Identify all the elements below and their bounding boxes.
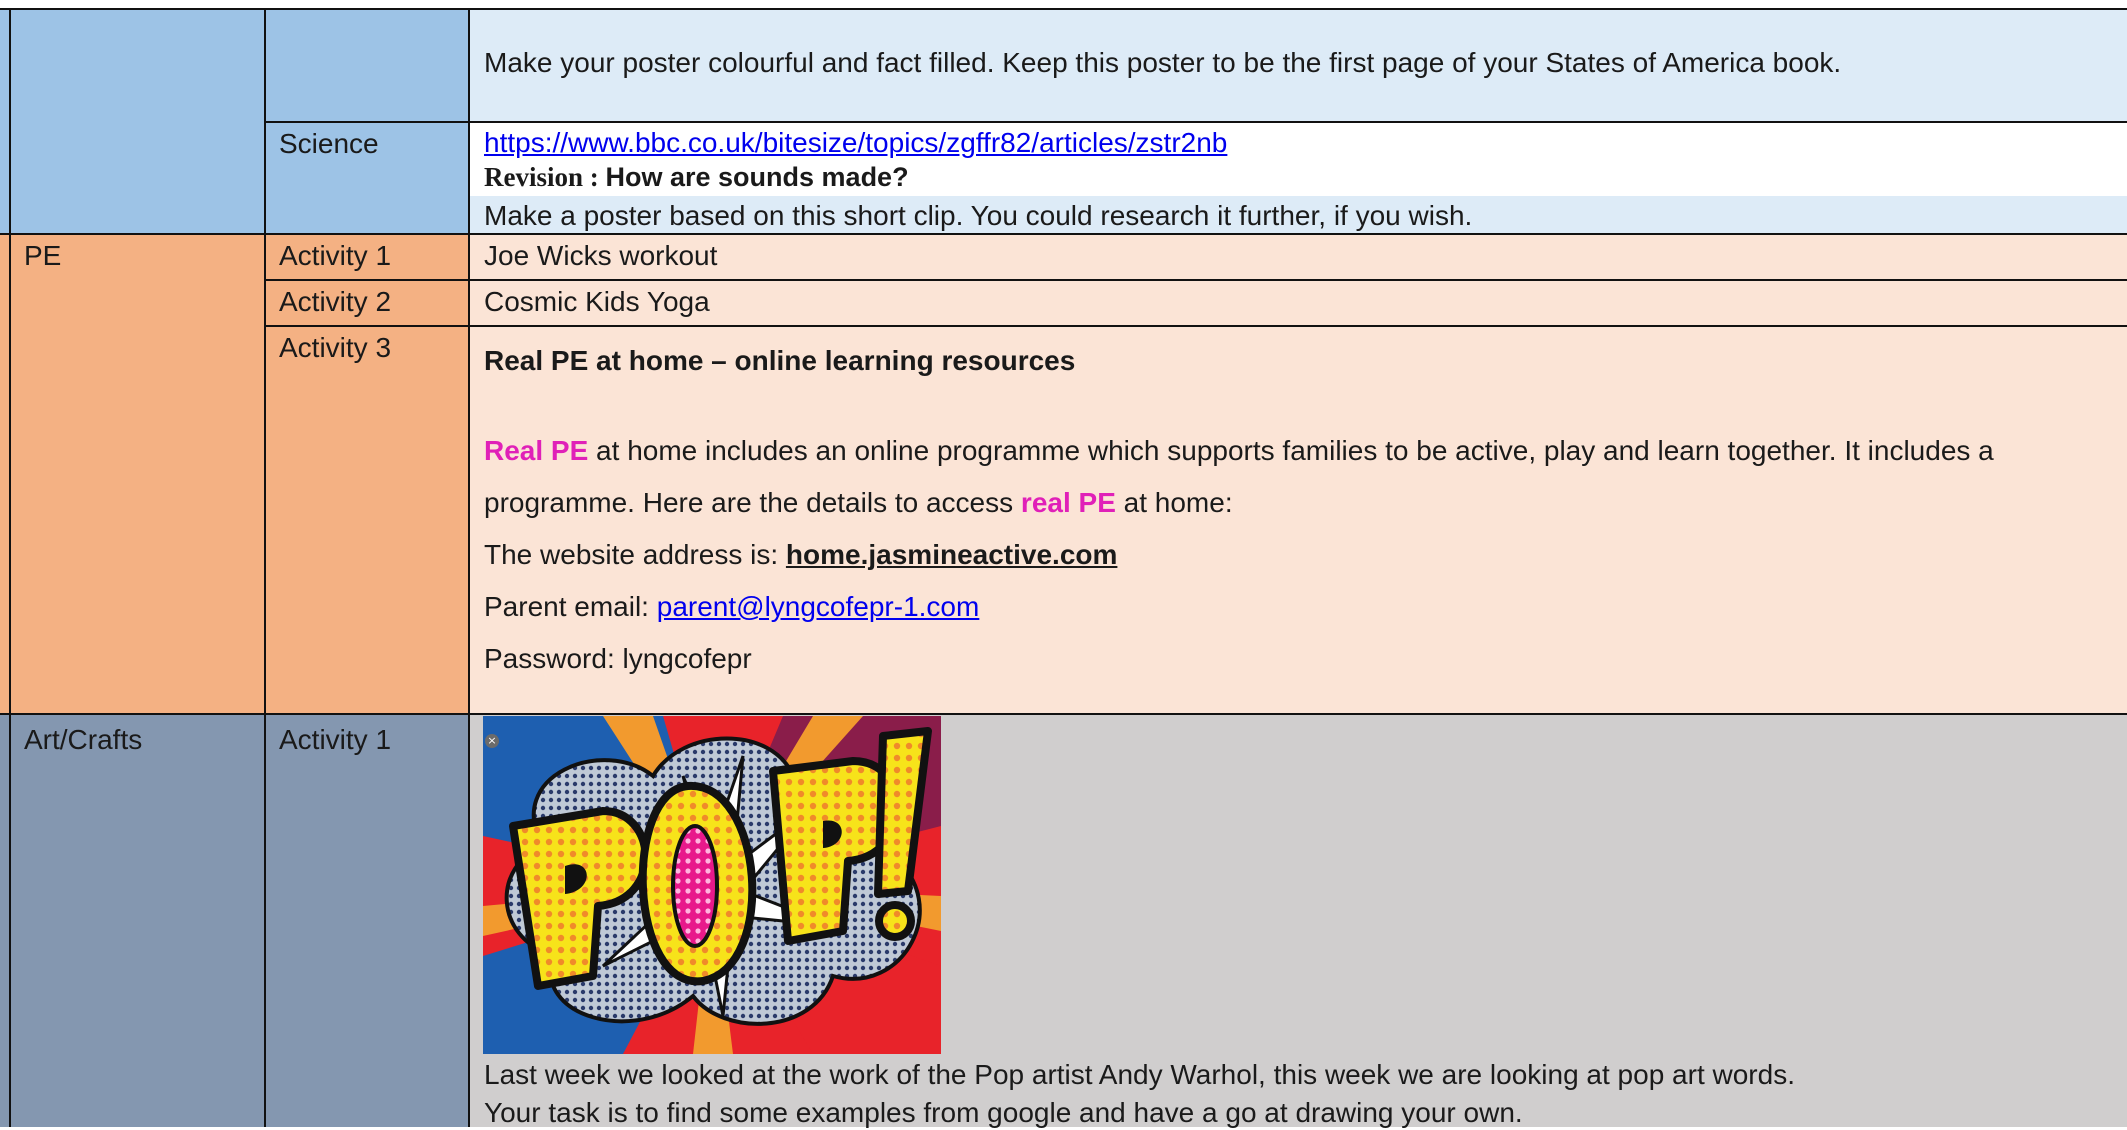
close-icon[interactable]: × xyxy=(485,734,499,748)
pe-activity1-text: Joe Wicks workout xyxy=(484,240,718,271)
row-divider xyxy=(266,325,2127,327)
art-line2: Your task is to find some examples from … xyxy=(484,1097,1523,1128)
table-border-left xyxy=(9,8,11,1127)
pe-paragraph-line2: programme. Here are the details to acces… xyxy=(484,485,1233,520)
topic-cell-pe-activity3 xyxy=(266,326,470,714)
art-label: Art/Crafts xyxy=(24,724,143,755)
pe-label: PE xyxy=(24,240,62,271)
table-border-top xyxy=(0,8,2127,10)
content-cell-pe-activity1 xyxy=(470,234,2127,280)
pe-activity1-label: Activity 1 xyxy=(279,240,392,271)
paragraph-text: programme. Here are the details to acces… xyxy=(484,487,1021,518)
content-cell-pe-activity2 xyxy=(470,280,2127,326)
subject-cell-pe xyxy=(0,234,266,714)
topic-cell-art-activity1 xyxy=(266,714,470,1127)
real-pe-highlight: real PE xyxy=(1020,487,1116,518)
science-revision-heading: Revision : How are sounds made? xyxy=(484,161,909,195)
column-divider xyxy=(468,8,470,1127)
revision-prefix: Revision : xyxy=(484,162,606,192)
parent-email-link[interactable]: parent@lyngcofepr-1.com xyxy=(657,591,980,622)
science-task-text: Make a poster based on this short clip. … xyxy=(484,200,1473,231)
paragraph-text: at home includes an online programme whi… xyxy=(588,435,1994,466)
row-divider xyxy=(0,233,2127,235)
pe-paragraph-line1: Real PE at home includes an online progr… xyxy=(484,433,1994,468)
real-pe-highlight: Real PE xyxy=(484,435,589,466)
website-label: The website address is: xyxy=(484,539,786,570)
pop-art-image[interactable]: × xyxy=(483,716,941,1054)
pe-email-line: Parent email: parent@lyngcofepr-1.com xyxy=(484,589,979,624)
art-line1: Last week we looked at the work of the P… xyxy=(484,1059,1795,1090)
paragraph-text: at home: xyxy=(1115,487,1233,518)
pe-activity2-label: Activity 2 xyxy=(279,286,392,317)
row-divider xyxy=(0,713,2127,715)
password-value: lyngcofepr xyxy=(622,643,752,674)
row-divider xyxy=(266,279,2127,281)
subject-cell-art xyxy=(0,714,266,1127)
pe-website-line: The website address is: home.jasmineacti… xyxy=(484,537,1117,572)
pe-password-line: Password: lyngcofepr xyxy=(484,641,752,676)
column-divider xyxy=(264,8,266,1127)
science-label: Science xyxy=(279,128,379,159)
pe-activity2-text: Cosmic Kids Yoga xyxy=(484,286,710,317)
subject-cell-geography-science xyxy=(0,8,266,234)
revision-title: How are sounds made? xyxy=(605,162,909,192)
email-label: Parent email: xyxy=(484,591,657,622)
pe-activity3-heading: Real PE at home – online learning resour… xyxy=(484,345,1076,376)
password-label: Password: xyxy=(484,643,623,674)
row-divider xyxy=(266,121,2127,123)
pop-art-illustration xyxy=(483,716,941,1054)
science-resource-link[interactable]: https://www.bbc.co.uk/bitesize/topics/zg… xyxy=(484,125,1227,160)
topic-cell-empty xyxy=(266,8,470,122)
pe-activity3-label: Activity 3 xyxy=(279,332,392,363)
website-link[interactable]: home.jasmineactive.com xyxy=(786,539,1117,570)
art-activity1-label: Activity 1 xyxy=(279,724,392,755)
geography-task-text: Make your poster colourful and fact fill… xyxy=(484,47,1842,78)
